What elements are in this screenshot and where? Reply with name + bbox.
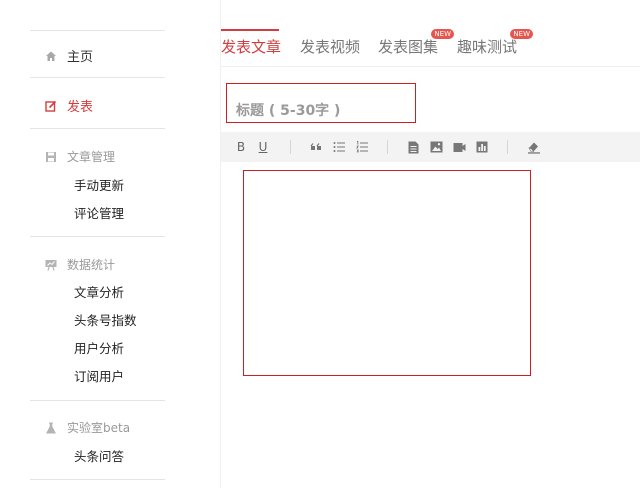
tab-fun-quiz[interactable]: 趣味测试 NEW <box>457 29 534 57</box>
document-icon[interactable] <box>405 139 421 155</box>
underline-glyph: U <box>258 140 268 154</box>
sidebar-item-subscribers[interactable]: 订阅用户 <box>74 366 124 385</box>
sidebar-item-account-index[interactable]: 头条号指数 <box>74 310 137 329</box>
content-editor-area[interactable] <box>243 170 531 376</box>
sidebar-group-lab[interactable]: 实验室beta <box>45 419 130 436</box>
home-icon <box>45 50 57 62</box>
video-icon[interactable] <box>451 139 467 155</box>
image-icon[interactable] <box>428 139 444 155</box>
divider <box>30 128 165 129</box>
sidebar-item-label: 主页 <box>67 50 94 65</box>
divider <box>30 30 165 31</box>
tab-publish-article[interactable]: 发表文章 <box>221 36 281 57</box>
tab-label: 发表文章 <box>221 38 282 56</box>
sidebar-group-label: 数据统计 <box>67 258 116 272</box>
tab-label: 趣味测试 <box>457 38 518 56</box>
tab-label: 发表图集 <box>378 38 439 56</box>
divider <box>30 236 165 237</box>
sidebar-item-label: 发表 <box>67 100 94 115</box>
sidebar-item-home[interactable]: 主页 <box>45 46 93 65</box>
underline-icon[interactable]: U <box>255 139 271 155</box>
bold-glyph: B <box>236 140 246 154</box>
presentation-chart-icon <box>45 259 57 271</box>
flask-icon <box>45 422 57 434</box>
tab-label: 发表视频 <box>300 38 361 56</box>
save-icon <box>45 151 57 163</box>
sidebar-item-publish[interactable]: 发表 <box>45 96 93 115</box>
sidebar-item-toutiao-qa[interactable]: 头条问答 <box>74 446 124 465</box>
clear-format-icon[interactable] <box>526 139 542 155</box>
quote-icon[interactable] <box>308 139 324 155</box>
edit-icon <box>45 100 57 112</box>
sidebar-group-label: 文章管理 <box>67 150 116 164</box>
chart-icon[interactable] <box>474 139 490 155</box>
sidebar-item-manual-update[interactable]: 手动更新 <box>74 175 124 194</box>
tab-publish-video[interactable]: 发表视频 <box>300 36 360 57</box>
divider <box>30 77 165 78</box>
sidebar-item-article-analysis[interactable]: 文章分析 <box>74 282 124 301</box>
toolbar-separator <box>290 140 291 154</box>
new-badge: NEW <box>510 29 534 39</box>
tab-publish-gallery[interactable]: 发表图集 NEW <box>378 29 455 57</box>
sidebar-group-label: 实验室beta <box>67 421 131 435</box>
sidebar-group-article-management[interactable]: 文章管理 <box>45 148 115 165</box>
toolbar-separator <box>387 140 388 154</box>
sidebar-item-comment-management[interactable]: 评论管理 <box>74 203 124 222</box>
sidebar-item-user-analysis[interactable]: 用户分析 <box>74 338 124 357</box>
title-input[interactable] <box>236 101 406 121</box>
divider <box>30 400 165 401</box>
editor-toolbar: B U <box>221 132 640 162</box>
sidebar-group-statistics[interactable]: 数据统计 <box>45 256 115 273</box>
sidebar: 主页 发表 文章管理 手动更新 评论管理 数据统计 文章分析 头条号指数 用户分… <box>0 0 221 488</box>
divider <box>30 479 165 480</box>
publish-tabs: 发表文章 发表视频 发表图集 NEW 趣味测试 NEW <box>221 0 640 67</box>
bullet-list-icon[interactable] <box>331 139 347 155</box>
bold-icon[interactable]: B <box>233 139 249 155</box>
new-badge: NEW <box>431 29 455 39</box>
active-tab-indicator <box>221 29 279 31</box>
toolbar-separator <box>507 140 508 154</box>
numbered-list-icon[interactable] <box>354 139 370 155</box>
